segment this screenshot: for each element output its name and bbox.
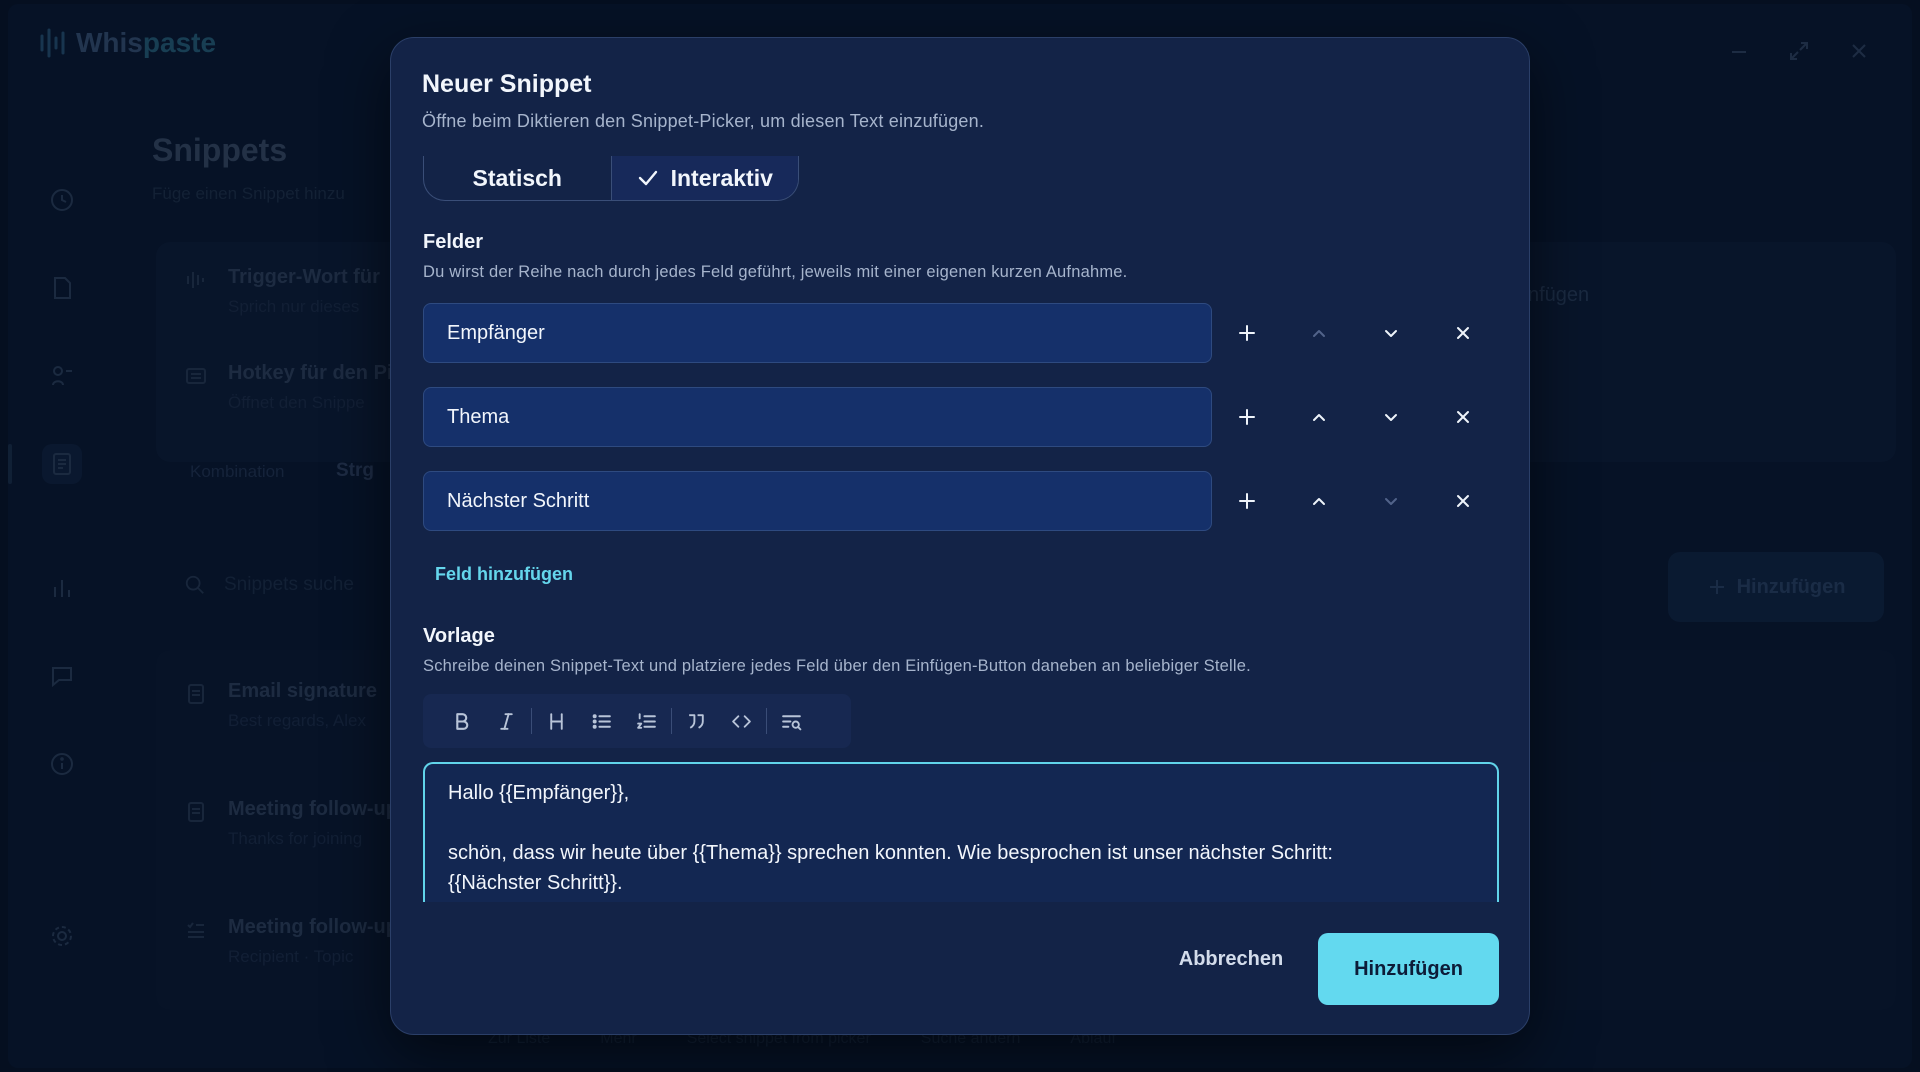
plus-icon[interactable] [1229,483,1265,519]
numbered-list-icon[interactable] [624,701,669,741]
chevron-up-icon[interactable] [1301,399,1337,435]
template-line: {{Nächster Schritt}}. [448,872,623,894]
field-name-input[interactable] [423,387,1212,447]
chevron-down-icon[interactable] [1373,315,1409,351]
template-title: Vorlage [423,625,495,647]
editor-toolbar [423,694,851,748]
bold-icon[interactable] [439,701,484,741]
field-row [423,471,1503,531]
plus-icon[interactable] [1229,315,1265,351]
close-icon[interactable] [1445,483,1481,519]
mode-tab-static[interactable]: Statisch [424,156,611,200]
template-line [448,808,1474,838]
bullet-list-icon[interactable] [579,701,624,741]
template-description: Schreibe deinen Snippet-Text und platzie… [423,657,1251,675]
code-icon[interactable] [719,701,764,741]
mode-tab-label: Statisch [472,164,562,191]
close-icon[interactable] [1445,399,1481,435]
quote-icon[interactable] [674,701,719,741]
snippet-mode-toggle: Statisch Interaktiv [423,156,799,201]
heading-icon[interactable] [534,701,579,741]
dialog-description: Öffne beim Diktieren den Snippet-Picker,… [422,111,985,131]
add-field-link[interactable]: Feld hinzufügen [435,564,573,585]
field-name-input[interactable] [423,303,1212,363]
mode-tab-interactive[interactable]: Interaktiv [610,156,798,200]
add-button[interactable]: Hinzufügen [1318,933,1499,1005]
dialog-title: Neuer Snippet [422,70,592,98]
template-editor[interactable]: Hallo {{Empfänger}}, schön, dass wir heu… [423,762,1499,902]
check-icon [637,167,659,189]
chevron-down-icon[interactable] [1373,399,1409,435]
field-row [423,303,1503,363]
italic-icon[interactable] [484,701,529,741]
field-row [423,387,1503,447]
chevron-up-icon[interactable] [1301,315,1337,351]
chevron-down-icon[interactable] [1373,483,1409,519]
toolbar-divider [766,708,767,734]
template-line: schön, dass wir heute über {{Thema}} spr… [448,842,1333,864]
fields-description: Du wirst der Reihe nach durch jedes Feld… [423,263,1128,281]
mode-tab-label: Interaktiv [670,164,773,191]
cancel-button[interactable]: Abbrechen [1171,933,1291,985]
chevron-up-icon[interactable] [1301,483,1337,519]
template-line: Hallo {{Empfänger}}, [448,782,630,804]
plus-icon[interactable] [1229,399,1265,435]
insert-field-icon[interactable] [769,701,814,741]
field-name-input[interactable] [423,471,1212,531]
new-snippet-dialog: Neuer Snippet Öffne beim Diktieren den S… [390,37,1530,1035]
fields-title: Felder [423,231,484,253]
toolbar-divider [531,708,532,734]
close-icon[interactable] [1445,315,1481,351]
toolbar-divider [671,708,672,734]
